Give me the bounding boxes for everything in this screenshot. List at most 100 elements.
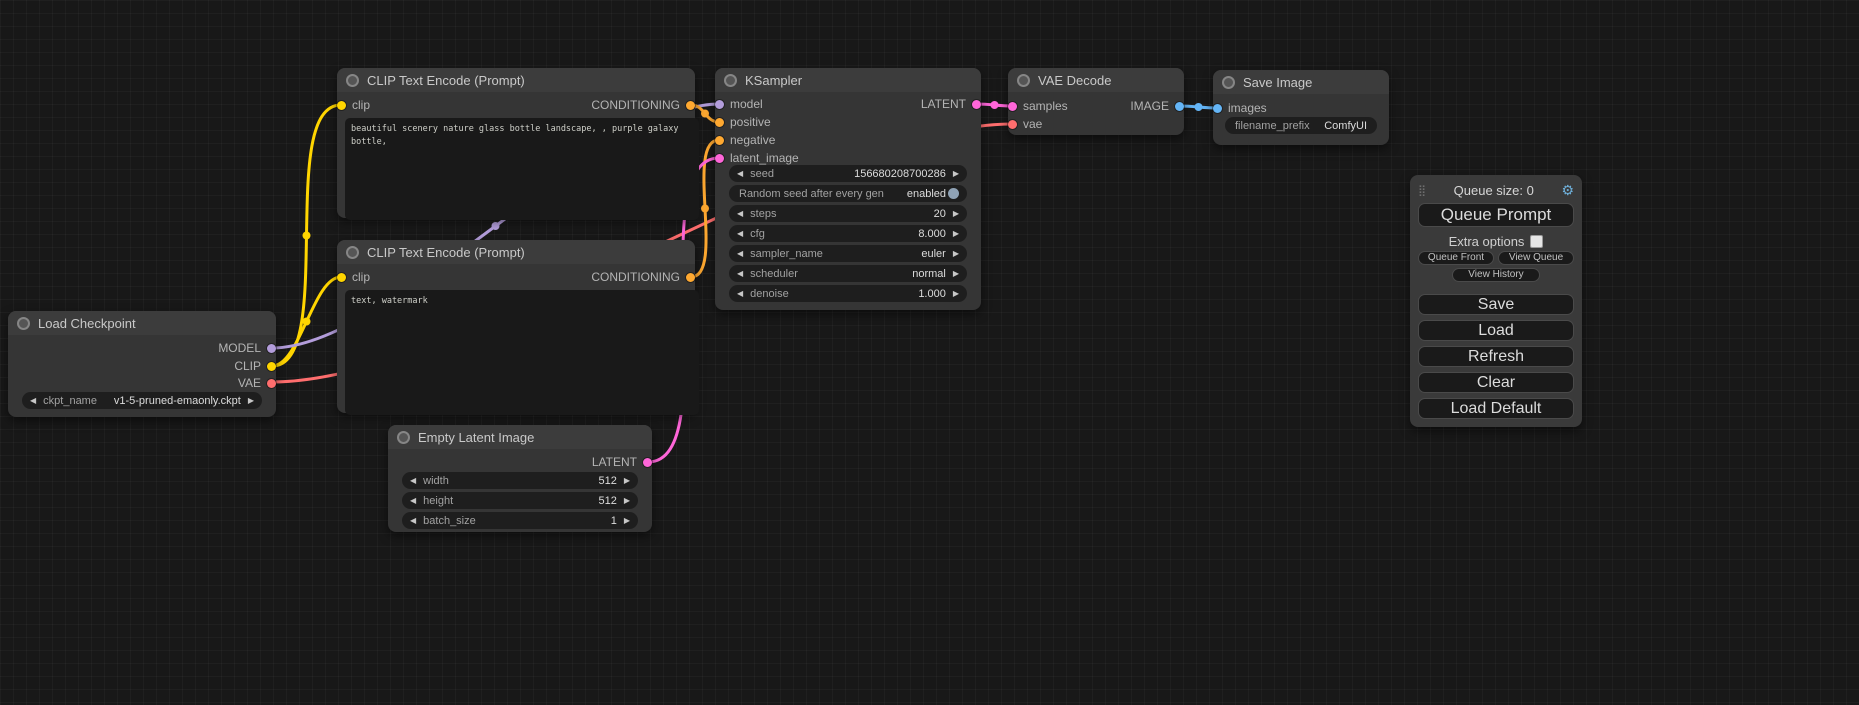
widget-batch-size[interactable]: ◀ batch_size 1 ▶ (402, 512, 638, 529)
input-port-model[interactable]: model (715, 97, 763, 111)
arrow-left-icon[interactable]: ◀ (410, 517, 416, 525)
arrow-right-icon[interactable]: ▶ (953, 230, 959, 238)
output-port-image[interactable]: IMAGE (1130, 99, 1184, 113)
widget-width[interactable]: ◀ width 512 ▶ (402, 472, 638, 489)
output-port-model[interactable]: MODEL (218, 341, 276, 355)
queue-front-button[interactable]: Queue Front (1418, 251, 1494, 265)
port-dot-model[interactable] (715, 100, 724, 109)
port-dot-image[interactable] (1175, 102, 1184, 111)
output-port-clip[interactable]: CLIP (234, 359, 276, 373)
output-port-latent[interactable]: LATENT (921, 97, 981, 111)
link-midpoint-dot[interactable] (991, 101, 999, 109)
output-port-latent[interactable]: LATENT (592, 455, 652, 469)
arrow-left-icon[interactable]: ◀ (410, 477, 416, 485)
node-vae-decode[interactable]: VAE Decode samples IMAGE vae (1008, 68, 1184, 135)
arrow-left-icon[interactable]: ◀ (410, 497, 416, 505)
settings-gear-icon[interactable]: ⚙ (1561, 182, 1574, 199)
widget-random-seed-toggle[interactable]: Random seed after every gen enabled (729, 185, 967, 202)
refresh-button[interactable]: Refresh (1418, 346, 1574, 367)
arrow-right-icon[interactable]: ▶ (624, 497, 630, 505)
input-port-clip[interactable]: clip (337, 98, 370, 112)
output-port-conditioning[interactable]: CONDITIONING (591, 98, 695, 112)
negative-prompt-textarea[interactable]: text, watermark (345, 290, 699, 415)
node-save-image[interactable]: Save Image images filename_prefix ComfyU… (1213, 70, 1389, 145)
output-port-vae[interactable]: VAE (238, 376, 276, 390)
collapse-dot-icon[interactable] (1017, 74, 1030, 87)
node-title-bar[interactable]: KSampler (715, 68, 981, 92)
link-midpoint-dot[interactable] (303, 318, 311, 326)
widget-steps[interactable]: ◀ steps 20 ▶ (729, 205, 967, 222)
port-dot-clip[interactable] (337, 101, 346, 110)
toggle-knob-icon[interactable] (948, 188, 959, 199)
node-title-bar[interactable]: CLIP Text Encode (Prompt) (337, 240, 695, 264)
input-port-latent-image[interactable]: latent_image (715, 151, 799, 165)
arrow-left-icon[interactable]: ◀ (737, 270, 743, 278)
positive-prompt-textarea[interactable]: beautiful scenery nature glass bottle la… (345, 118, 699, 220)
arrow-left-icon[interactable]: ◀ (737, 210, 743, 218)
port-dot-conditioning[interactable] (715, 136, 724, 145)
widget-seed[interactable]: ◀ seed 156680208700286 ▶ (729, 165, 967, 182)
port-dot-clip[interactable] (337, 273, 346, 282)
extra-options-checkbox[interactable] (1530, 235, 1543, 248)
port-dot-latent[interactable] (715, 154, 724, 163)
arrow-right-icon[interactable]: ▶ (624, 517, 630, 525)
arrow-left-icon[interactable]: ◀ (30, 397, 36, 405)
node-graph-canvas[interactable]: Load Checkpoint MODEL CLIP VAE ◀ ckpt_na… (0, 0, 1859, 705)
port-dot-latent[interactable] (643, 458, 652, 467)
queue-prompt-button[interactable]: Queue Prompt (1418, 203, 1574, 227)
port-dot-conditioning[interactable] (686, 273, 695, 282)
input-port-clip[interactable]: clip (337, 270, 370, 284)
port-dot-model[interactable] (267, 344, 276, 353)
arrow-right-icon[interactable]: ▶ (624, 477, 630, 485)
arrow-left-icon[interactable]: ◀ (737, 250, 743, 258)
widget-cfg[interactable]: ◀ cfg 8.000 ▶ (729, 225, 967, 242)
node-clip-text-encode-negative[interactable]: CLIP Text Encode (Prompt) clip CONDITION… (337, 240, 695, 413)
node-title-bar[interactable]: Empty Latent Image (388, 425, 652, 449)
widget-scheduler[interactable]: ◀ scheduler normal ▶ (729, 265, 967, 282)
arrow-right-icon[interactable]: ▶ (248, 397, 254, 405)
port-dot-vae[interactable] (267, 379, 276, 388)
arrow-left-icon[interactable]: ◀ (737, 290, 743, 298)
link-midpoint-dot[interactable] (492, 222, 500, 230)
input-port-positive[interactable]: positive (715, 115, 771, 129)
view-queue-button[interactable]: View Queue (1498, 251, 1574, 265)
node-title-bar[interactable]: Load Checkpoint (8, 311, 276, 335)
clear-button[interactable]: Clear (1418, 372, 1574, 393)
link-midpoint-dot[interactable] (303, 232, 311, 240)
node-empty-latent-image[interactable]: Empty Latent Image LATENT ◀ width 512 ▶ … (388, 425, 652, 532)
view-history-button[interactable]: View History (1452, 268, 1540, 282)
collapse-dot-icon[interactable] (346, 74, 359, 87)
port-dot-vae[interactable] (1008, 120, 1017, 129)
port-dot-conditioning[interactable] (686, 101, 695, 110)
arrow-right-icon[interactable]: ▶ (953, 250, 959, 258)
port-dot-latent[interactable] (972, 100, 981, 109)
collapse-dot-icon[interactable] (397, 431, 410, 444)
link-midpoint-dot[interactable] (701, 205, 709, 213)
widget-denoise[interactable]: ◀ denoise 1.000 ▶ (729, 285, 967, 302)
drag-handle-icon[interactable]: ⣿ (1418, 184, 1426, 197)
collapse-dot-icon[interactable] (724, 74, 737, 87)
collapse-dot-icon[interactable] (1222, 76, 1235, 89)
node-title-bar[interactable]: Save Image (1213, 70, 1389, 94)
input-port-negative[interactable]: negative (715, 133, 775, 147)
widget-height[interactable]: ◀ height 512 ▶ (402, 492, 638, 509)
port-dot-conditioning[interactable] (715, 118, 724, 127)
collapse-dot-icon[interactable] (346, 246, 359, 259)
input-port-vae[interactable]: vae (1008, 117, 1042, 131)
arrow-right-icon[interactable]: ▶ (953, 290, 959, 298)
save-button[interactable]: Save (1418, 294, 1574, 315)
node-ksampler[interactable]: KSampler model LATENT positive negative (715, 68, 981, 310)
arrow-right-icon[interactable]: ▶ (953, 270, 959, 278)
load-button[interactable]: Load (1418, 320, 1574, 341)
widget-filename-prefix[interactable]: filename_prefix ComfyUI (1225, 117, 1377, 134)
link-midpoint-dot[interactable] (701, 110, 709, 118)
port-dot-clip[interactable] (267, 362, 276, 371)
widget-ckpt-name[interactable]: ◀ ckpt_name v1-5-pruned-emaonly.ckpt ▶ (22, 392, 262, 409)
arrow-right-icon[interactable]: ▶ (953, 210, 959, 218)
input-port-samples[interactable]: samples (1008, 99, 1068, 113)
output-port-conditioning[interactable]: CONDITIONING (591, 270, 695, 284)
arrow-right-icon[interactable]: ▶ (953, 170, 959, 178)
widget-sampler-name[interactable]: ◀ sampler_name euler ▶ (729, 245, 967, 262)
load-default-button[interactable]: Load Default (1418, 398, 1574, 419)
port-dot-image[interactable] (1213, 104, 1222, 113)
